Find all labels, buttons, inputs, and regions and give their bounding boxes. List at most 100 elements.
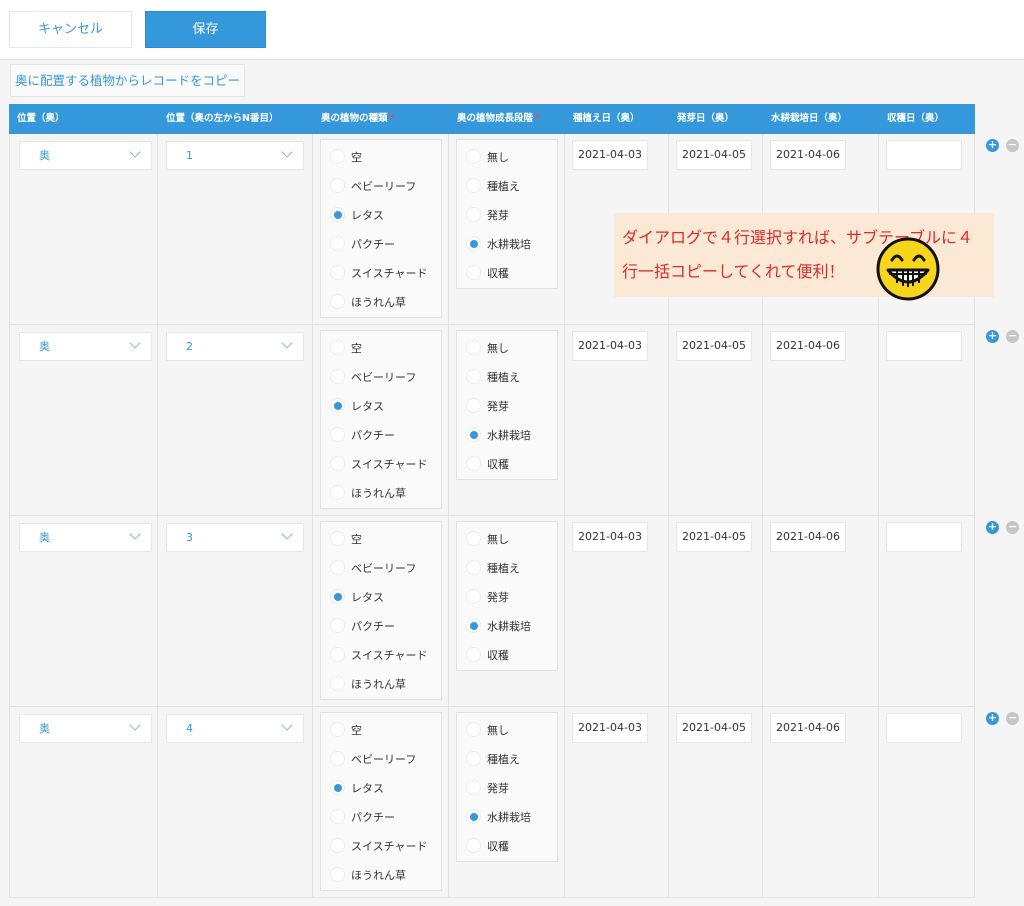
growth-stage-radio[interactable]: 収穫 — [457, 641, 557, 670]
harvest-date-field[interactable] — [886, 140, 962, 170]
growth-stage-radio[interactable]: 水耕栽培 — [457, 612, 557, 641]
hydro-date-field[interactable]: 2021-04-06 — [770, 522, 846, 552]
plant-type-radio[interactable]: ベビーリーフ — [321, 172, 441, 201]
plant-type-radio[interactable]: レタス — [321, 774, 441, 803]
position-n-select[interactable]: 3 — [166, 523, 304, 552]
growth-stage-radio[interactable]: 無し — [457, 716, 557, 745]
position-select[interactable]: 奥 — [19, 714, 152, 743]
plant-type-radio[interactable]: パクチー — [321, 612, 441, 641]
radio-label: 収穫 — [487, 458, 509, 471]
position-select[interactable]: 奥 — [19, 332, 152, 361]
radio-label: パクチー — [351, 811, 395, 824]
radio-label: 種植え — [487, 371, 520, 384]
growth-stage-radio[interactable]: 水耕栽培 — [457, 803, 557, 832]
radio-label: 水耕栽培 — [487, 238, 531, 251]
germination-date-field[interactable]: 2021-04-05 — [676, 140, 752, 170]
remove-row-button[interactable]: − — [1006, 521, 1019, 534]
hydro-date-field[interactable]: 2021-04-06 — [770, 713, 846, 743]
add-row-button[interactable]: + — [986, 712, 999, 725]
plant-type-radio[interactable]: スイスチャード — [321, 450, 441, 479]
table-cell: 空ベビーリーフ レタス パクチー スイスチャード ほうれん草 — [313, 134, 449, 324]
growth-stage-radio[interactable]: 発芽 — [457, 392, 557, 421]
plant-type-radio[interactable]: ベビーリーフ — [321, 554, 441, 583]
plant-type-radio[interactable]: ほうれん草 — [321, 670, 441, 699]
plant-type-radio[interactable]: レタス — [321, 201, 441, 230]
plant-type-radio[interactable]: ほうれん草 — [321, 479, 441, 508]
table-cell: 無し 種植え 発芽水耕栽培収穫 — [449, 134, 565, 324]
plant-type-radio[interactable]: スイスチャード — [321, 259, 441, 288]
plant-type-radio[interactable]: 空 — [321, 525, 441, 554]
plant-type-radio[interactable]: 空 — [321, 716, 441, 745]
radio-button-icon — [466, 178, 481, 193]
growth-stage-radio[interactable]: 発芽 — [457, 201, 557, 230]
chevron-down-icon — [281, 146, 293, 158]
table-cell: 2021-04-06 — [763, 707, 879, 897]
position-select[interactable]: 奥 — [19, 523, 152, 552]
radio-button-icon — [330, 531, 345, 546]
harvest-date-field[interactable] — [886, 522, 962, 552]
growth-stage-radio[interactable]: 発芽 — [457, 583, 557, 612]
radio-button-icon — [466, 751, 481, 766]
germination-date-field[interactable]: 2021-04-05 — [676, 713, 752, 743]
radio-button-icon — [330, 340, 345, 355]
remove-row-button[interactable]: − — [1006, 712, 1019, 725]
plant-type-radio[interactable]: ほうれん草 — [321, 861, 441, 890]
plant-type-radio[interactable]: パクチー — [321, 421, 441, 450]
growth-stage-radio[interactable]: 収穫 — [457, 832, 557, 861]
radio-label: パクチー — [351, 620, 395, 633]
remove-row-button[interactable]: − — [1006, 330, 1019, 343]
planting-date-field[interactable]: 2021-04-03 — [572, 713, 648, 743]
growth-stage-radio[interactable]: 無し — [457, 525, 557, 554]
harvest-date-field[interactable] — [886, 331, 962, 361]
plant-type-radio[interactable]: 空 — [321, 334, 441, 363]
plant-type-radio[interactable]: スイスチャード — [321, 832, 441, 861]
position-n-select[interactable]: 4 — [166, 714, 304, 743]
plant-type-radio[interactable]: レタス — [321, 583, 441, 612]
growth-stage-radio[interactable]: 収穫 — [457, 450, 557, 479]
planting-date-field[interactable]: 2021-04-03 — [572, 331, 648, 361]
cancel-button[interactable]: キャンセル — [9, 11, 132, 48]
radio-button-icon — [466, 149, 481, 164]
position-select[interactable]: 奥 — [19, 141, 152, 170]
position-n-select[interactable]: 1 — [166, 141, 304, 170]
growth-stage-radio[interactable]: 種植え — [457, 554, 557, 583]
growth-stage-radio[interactable]: 水耕栽培 — [457, 230, 557, 259]
plant-type-radio[interactable]: ベビーリーフ — [321, 363, 441, 392]
remove-row-button[interactable]: − — [1006, 139, 1019, 152]
radio-button-icon — [330, 676, 345, 691]
plant-type-radio[interactable]: ほうれん草 — [321, 288, 441, 317]
growth-stage-radio[interactable]: 無し — [457, 334, 557, 363]
add-row-button[interactable]: + — [986, 521, 999, 534]
planting-date-field[interactable]: 2021-04-03 — [572, 522, 648, 552]
table-cell: 空ベビーリーフ レタスパクチースイスチャード ほうれん草 — [313, 707, 449, 897]
planting-date-field[interactable]: 2021-04-03 — [572, 140, 648, 170]
add-row-button[interactable]: + — [986, 139, 999, 152]
radio-button-icon — [466, 722, 481, 737]
plant-type-radio[interactable]: パクチー — [321, 230, 441, 259]
germination-date-field[interactable]: 2021-04-05 — [676, 522, 752, 552]
growth-stage-radio[interactable]: 発芽 — [457, 774, 557, 803]
plant-type-radio[interactable]: パクチー — [321, 803, 441, 832]
copy-records-button[interactable]: 奥に配置する植物からレコードをコピー — [10, 64, 245, 97]
growth-stage-radio[interactable]: 種植え — [457, 172, 557, 201]
radio-button-icon — [330, 618, 345, 633]
growth-stage-radio[interactable]: 収穫 — [457, 259, 557, 288]
harvest-date-field[interactable] — [886, 713, 962, 743]
radio-label: 種植え — [487, 753, 520, 766]
hydro-date-field[interactable]: 2021-04-06 — [770, 140, 846, 170]
save-button[interactable]: 保存 — [145, 11, 266, 48]
growth-stage-radio[interactable]: 水耕栽培 — [457, 421, 557, 450]
radio-button-icon — [330, 485, 345, 500]
plant-type-radio[interactable]: レタス — [321, 392, 441, 421]
plant-type-radio[interactable]: ベビーリーフ — [321, 745, 441, 774]
growth-stage-radio[interactable]: 種植え — [457, 745, 557, 774]
germination-date-field[interactable]: 2021-04-05 — [676, 331, 752, 361]
growth-stage-radio[interactable]: 無し — [457, 143, 557, 172]
add-row-button[interactable]: + — [986, 330, 999, 343]
plant-type-radio[interactable]: 空 — [321, 143, 441, 172]
plant-type-radio[interactable]: スイスチャード — [321, 641, 441, 670]
radio-label: 収穫 — [487, 649, 509, 662]
hydro-date-field[interactable]: 2021-04-06 — [770, 331, 846, 361]
position-n-select[interactable]: 2 — [166, 332, 304, 361]
growth-stage-radio[interactable]: 種植え — [457, 363, 557, 392]
